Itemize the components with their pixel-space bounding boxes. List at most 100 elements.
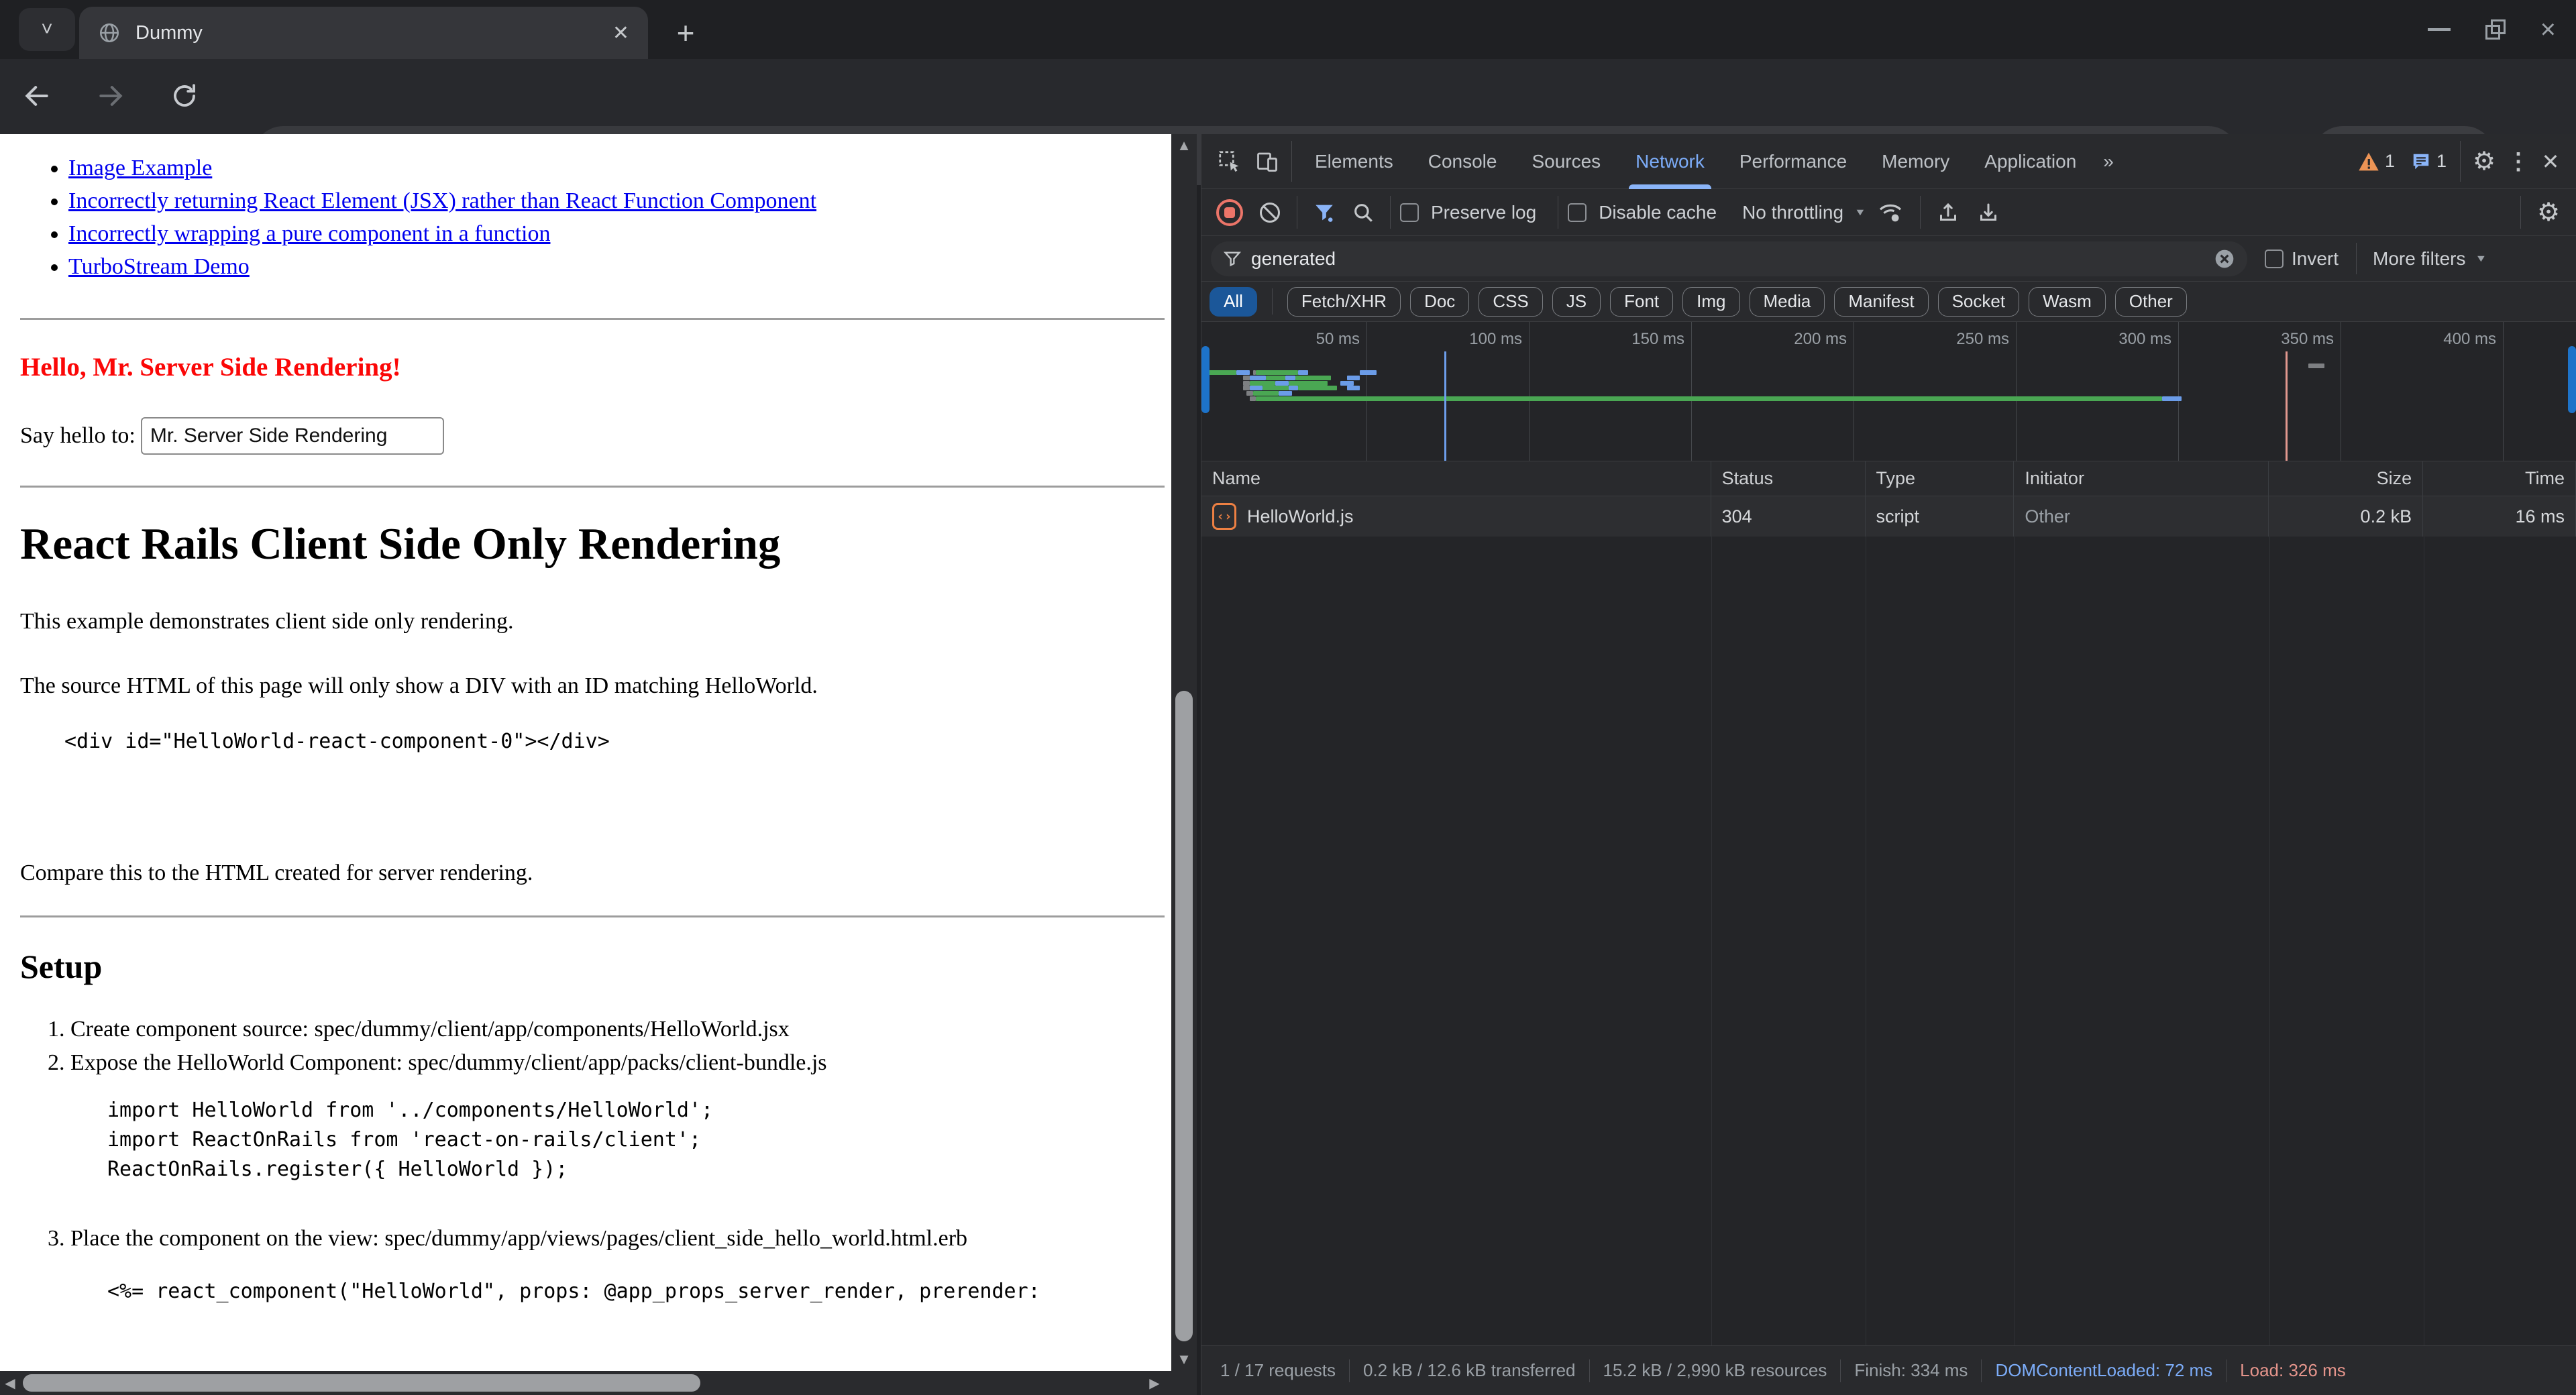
more-tabs-button[interactable]: »: [2094, 134, 2123, 189]
tab-memory[interactable]: Memory: [1864, 134, 1967, 189]
link-react-element-jsx[interactable]: Incorrectly returning React Element (JSX…: [68, 188, 816, 213]
tab-elements[interactable]: Elements: [1297, 134, 1411, 189]
throttling-dropdown[interactable]: No throttling ▼: [1742, 202, 1866, 223]
tab-close-icon[interactable]: ✕: [612, 21, 629, 45]
filter-chip-js[interactable]: JS: [1552, 287, 1601, 317]
timeline-left-handle[interactable]: [1201, 346, 1210, 413]
import-har-icon[interactable]: [1930, 201, 1966, 225]
tab-performance[interactable]: Performance: [1722, 134, 1864, 189]
waterfall-bar: [1347, 386, 1360, 390]
filter-chip-img[interactable]: Img: [1682, 287, 1739, 317]
hello-heading: Hello, Mr. Server Side Rendering!: [20, 352, 1165, 382]
filter-funnel-icon[interactable]: [1307, 201, 1342, 224]
filter-chip-font[interactable]: Font: [1610, 287, 1673, 317]
preserve-log-label: Preserve log: [1431, 202, 1536, 223]
clear-network-log-icon[interactable]: [1252, 201, 1287, 225]
cell-type: script: [1866, 496, 2015, 537]
scroll-down-icon[interactable]: ▼: [1171, 1348, 1197, 1371]
browser-tab[interactable]: Dummy ✕: [79, 7, 648, 59]
devtools-kebab-icon[interactable]: ⋮: [2502, 148, 2534, 175]
tab-console[interactable]: Console: [1411, 134, 1515, 189]
timeline-tick-label: 250 ms: [1909, 330, 2009, 349]
waterfall-bar: [1289, 386, 1299, 390]
tab-network[interactable]: Network: [1618, 134, 1722, 189]
tab-application[interactable]: Application: [1967, 134, 2094, 189]
messages-badge[interactable]: 1: [2411, 151, 2447, 172]
scroll-left-icon[interactable]: ◀: [0, 1371, 20, 1395]
column-header-type[interactable]: Type: [1866, 461, 2015, 496]
setup-step: Place the component on the view: spec/du…: [70, 1225, 1165, 1253]
tab-sources[interactable]: Sources: [1514, 134, 1618, 189]
timeline-gridline: [2503, 322, 2504, 461]
divider: [20, 318, 1165, 320]
scroll-right-icon[interactable]: ▶: [1144, 1371, 1165, 1395]
minimize-icon[interactable]: [2428, 28, 2451, 31]
link-turbostream-demo[interactable]: TurboStream Demo: [68, 254, 250, 279]
filter-chip-doc[interactable]: Doc: [1410, 287, 1469, 317]
column-header-status[interactable]: Status: [1711, 461, 1866, 496]
vertical-scrollbar-thumb[interactable]: [1175, 691, 1193, 1341]
column-header-time[interactable]: Time: [2423, 461, 2576, 496]
waterfall-bar: [1340, 381, 1353, 386]
horizontal-scrollbar[interactable]: ◀ ▶: [0, 1371, 1197, 1395]
network-conditions-icon[interactable]: [1870, 200, 1911, 225]
setup-step: Create component source: spec/dummy/clie…: [70, 1015, 1165, 1044]
filter-chip-media[interactable]: Media: [1750, 287, 1825, 317]
network-overview-timeline[interactable]: 50 ms100 ms150 ms200 ms250 ms300 ms350 m…: [1201, 322, 2576, 461]
clear-filter-icon[interactable]: [2214, 248, 2235, 270]
waterfall-bar: [1250, 396, 1256, 401]
network-settings-gear-icon[interactable]: ⚙: [2530, 197, 2567, 227]
demo-links-list: Image Example Incorrectly returning Reac…: [68, 152, 1165, 283]
waterfall-bar: [1285, 376, 1295, 380]
warnings-badge[interactable]: 1: [2358, 151, 2395, 172]
invert-checkbox[interactable]: [2265, 249, 2284, 268]
filter-chip-wasm[interactable]: Wasm: [2029, 287, 2106, 317]
waterfall-bar: [2162, 396, 2182, 401]
link-image-example[interactable]: Image Example: [68, 156, 212, 180]
cell-name: ‹›HelloWorld.js: [1201, 496, 1711, 537]
vertical-scrollbar[interactable]: ▲ ▼: [1171, 134, 1197, 1371]
filter-chip-manifest[interactable]: Manifest: [1834, 287, 1928, 317]
column-header-size[interactable]: Size: [2269, 461, 2423, 496]
devtools-close-icon[interactable]: ✕: [2534, 149, 2567, 174]
horizontal-scrollbar-thumb[interactable]: [23, 1374, 700, 1392]
column-header-initiator[interactable]: Initiator: [2014, 461, 2269, 496]
filter-chip-fetch-xhr[interactable]: Fetch/XHR: [1287, 287, 1401, 317]
restore-icon[interactable]: [2485, 19, 2506, 40]
device-toolbar-icon[interactable]: [1248, 150, 1286, 174]
tab-search-button[interactable]: ˅: [19, 8, 75, 51]
settings-gear-icon[interactable]: ⚙: [2466, 146, 2502, 176]
more-filters-dropdown[interactable]: More filters ▼: [2373, 248, 2487, 270]
waterfall-bar: [1236, 370, 1249, 375]
link-pure-component[interactable]: Incorrectly wrapping a pure component in…: [68, 221, 550, 246]
forward-button[interactable]: [89, 74, 133, 118]
timeline-tick-label: 100 ms: [1421, 330, 1522, 349]
back-button[interactable]: [15, 74, 59, 118]
filter-chip-other[interactable]: Other: [2115, 287, 2187, 317]
waterfall-bar: [1295, 376, 1331, 380]
requests-table-header: NameStatusTypeInitiatorSizeTime: [1201, 461, 2576, 496]
filter-chip-socket[interactable]: Socket: [1938, 287, 2020, 317]
preserve-log-checkbox[interactable]: [1400, 203, 1419, 222]
waterfall-bar: [1250, 386, 1263, 390]
scroll-up-icon[interactable]: ▲: [1171, 134, 1197, 157]
inspect-element-icon[interactable]: [1211, 150, 1248, 174]
search-icon[interactable]: [1346, 201, 1381, 224]
filter-input[interactable]: generated: [1211, 241, 2247, 276]
request-row[interactable]: ‹›HelloWorld.js304scriptOther0.2 kB16 ms: [1201, 496, 2576, 537]
status-item-4: DOMContentLoaded: 72 ms: [1982, 1360, 2226, 1381]
reload-button[interactable]: [162, 74, 207, 118]
column-header-name[interactable]: Name: [1201, 461, 1711, 496]
name-input[interactable]: [141, 417, 444, 455]
timeline-right-handle[interactable]: [2568, 346, 2576, 413]
filter-chip-css[interactable]: CSS: [1479, 287, 1542, 317]
filter-chip-all[interactable]: All: [1210, 287, 1257, 317]
cell-size: 0.2 kB: [2269, 496, 2423, 537]
new-tab-button[interactable]: +: [664, 13, 707, 52]
record-network-log-button[interactable]: [1216, 199, 1243, 226]
chevron-down-icon: ▼: [2475, 253, 2487, 264]
window-close-icon[interactable]: ×: [2540, 19, 2556, 40]
export-har-icon[interactable]: [1970, 201, 2006, 225]
waterfall-bar: [1246, 391, 1253, 396]
disable-cache-checkbox[interactable]: [1568, 203, 1587, 222]
